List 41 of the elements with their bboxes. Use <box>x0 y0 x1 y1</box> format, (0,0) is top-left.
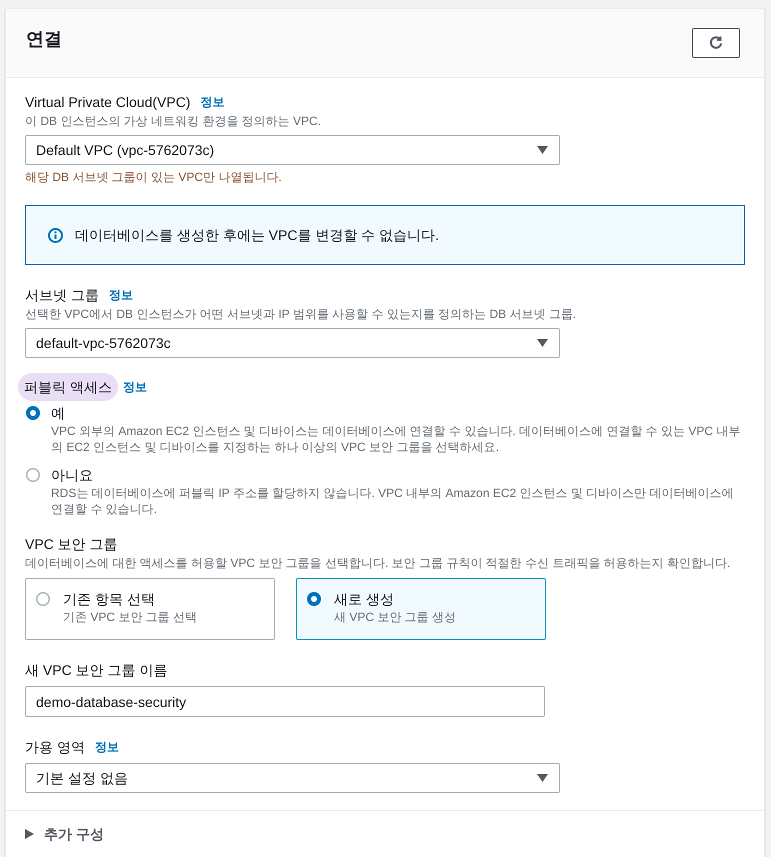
dropdown-caret-icon <box>537 339 548 347</box>
radio-button[interactable] <box>307 592 321 606</box>
field-label: 가용 영역 <box>25 738 85 757</box>
field-description: 데이터베이스에 대한 액세스를 허용할 VPC 보안 그룹을 선택합니다. 보안 그룹 규칙이 적절한 수신 트래픽을 허용하는지 확인합니다. <box>25 555 732 571</box>
expander-toggle[interactable]: 추가 구성 <box>25 824 104 844</box>
field-description: 이 DB 인스턴스의 가상 네트워킹 환경을 정의하는 VPC. <box>25 113 322 129</box>
radio-button[interactable] <box>26 406 40 420</box>
field-description: VPC 외부의 Amazon EC2 인스턴스 및 디바이스는 데이터베이스에 연결할 수 있습니다. 데이터베이스에 연결할 수 있는 VPC 내부의 EC2 인스턴스 및 디바이스를 지정하는 하나 이상의 VPC 보안 그룹을 선택하세요. <box>51 423 742 455</box>
field-label: VPC 보안 그룹 <box>25 535 118 554</box>
panel-title: 연결 <box>26 28 62 51</box>
text-input[interactable]: demo-database-security <box>25 686 545 717</box>
radio-button[interactable] <box>26 468 40 482</box>
info-link[interactable]: 정보 <box>108 287 133 303</box>
info-link[interactable]: 정보 <box>94 739 119 755</box>
select-field[interactable]: default-vpc-5762073c <box>25 328 560 358</box>
dropdown-caret-icon <box>537 146 548 154</box>
radio-button[interactable] <box>36 592 50 606</box>
radio-label: 예 <box>51 404 66 423</box>
tile-description: 새 VPC 보안 그룹 생성 <box>334 609 456 625</box>
field-label: Virtual Private Cloud(VPC) <box>25 93 190 112</box>
alert-message: 데이터베이스를 생성한 후에는 VPC를 변경할 수 없습니다. <box>75 226 440 245</box>
info-link[interactable]: 정보 <box>200 94 224 110</box>
field-label: 새 VPC 보안 그룹 이름 <box>25 661 168 680</box>
field-hint: 해당 DB 서브넷 그룹이 있는 VPC만 나열됩니다. <box>25 169 283 185</box>
field-description: 선택한 VPC에서 DB 인스턴스가 어떤 서브넷과 IP 범위를 사용할 수 있는지를 정의하는 DB 서브넷 그룹. <box>25 306 578 322</box>
info-link[interactable]: 정보 <box>122 379 147 395</box>
option-tile[interactable]: 새로 생성 새 VPC 보안 그룹 생성 <box>296 578 546 640</box>
radio-label: 아니요 <box>51 466 94 485</box>
refresh-button[interactable] <box>692 28 740 58</box>
tile-label: 기존 항목 선택 <box>63 590 156 609</box>
tile-description: 기존 VPC 보안 그룹 선택 <box>63 609 198 625</box>
field-description: RDS는 데이터베이스에 퍼블릭 IP 주소를 할당하지 않습니다. VPC 내부의 Amazon EC2 인스턴스 및 디바이스만 데이터베이스에 연결할 수 있습니다. <box>51 485 735 517</box>
option-tile[interactable]: 기존 항목 선택 기존 VPC 보안 그룹 선택 <box>25 578 275 640</box>
tile-label: 새로 생성 <box>334 590 395 609</box>
info-icon <box>48 228 63 242</box>
select-field[interactable]: 기본 설정 없음 <box>25 763 560 793</box>
field-label: 서브넷 그룹 <box>25 286 99 305</box>
field-label: 퍼블릭 액세스 <box>18 373 118 401</box>
select-field[interactable]: Default VPC (vpc-5762073c) <box>25 135 560 165</box>
refresh-icon <box>708 35 724 51</box>
dropdown-caret-icon <box>537 774 548 782</box>
